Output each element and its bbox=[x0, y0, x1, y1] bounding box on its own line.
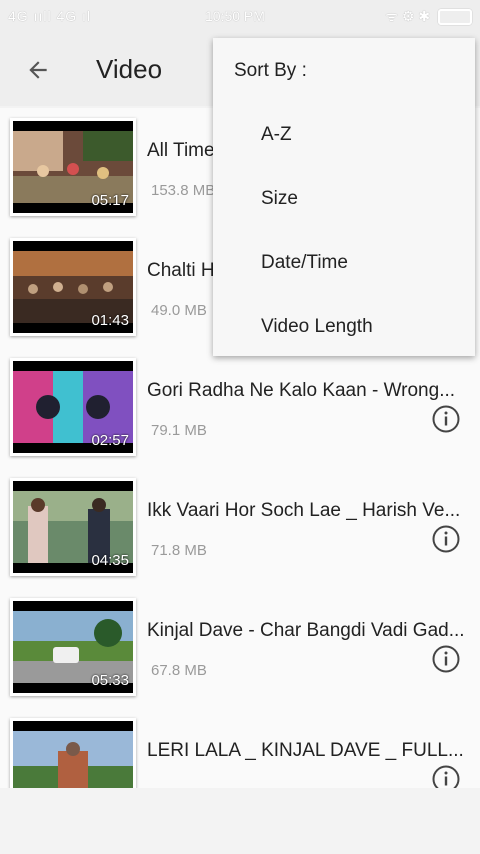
video-size: 49.0 MB bbox=[151, 302, 207, 319]
sort-option-size[interactable]: Size bbox=[213, 170, 475, 228]
list-item[interactable]: 05:33 Kinjal Dave - Char Bangdi Vadi Gad… bbox=[0, 588, 480, 708]
info-icon[interactable] bbox=[431, 524, 461, 554]
sort-option-label: A-Z bbox=[261, 124, 292, 145]
video-thumbnail[interactable]: 04:35 bbox=[10, 478, 136, 576]
list-item[interactable]: 04:35 Ikk Vaari Hor Soch Lae _ Harish Ve… bbox=[0, 468, 480, 588]
video-duration: 04:35 bbox=[91, 552, 129, 569]
battery-icon bbox=[438, 9, 472, 26]
page-title: Video bbox=[96, 54, 163, 84]
thumbnail-image bbox=[13, 731, 133, 788]
back-button[interactable] bbox=[20, 52, 56, 88]
video-title[interactable]: Kinjal Dave - Char Bangdi Vadi Gad... bbox=[147, 620, 467, 642]
video-thumbnail[interactable]: 02:57 bbox=[10, 358, 136, 456]
video-size: 79.1 MB bbox=[151, 422, 207, 439]
info-icon[interactable] bbox=[431, 764, 461, 788]
info-icon[interactable] bbox=[431, 404, 461, 434]
video-thumbnail[interactable] bbox=[10, 718, 136, 788]
bottom-area bbox=[0, 788, 480, 854]
sort-option-label: Size bbox=[261, 188, 298, 209]
status-icons: ᯤ ⚙ ✱ bbox=[385, 7, 472, 26]
sort-option-label: Video Length bbox=[261, 316, 373, 337]
video-duration: 02:57 bbox=[91, 432, 129, 449]
sort-option-video-length[interactable]: Video Length bbox=[213, 298, 475, 356]
video-title[interactable]: LERI LALA _ KINJAL DAVE _ FULL... bbox=[147, 740, 467, 762]
status-bar: 4G ııll 4G ıl 10:50 PM ᯤ ⚙ ✱ bbox=[0, 0, 480, 34]
video-thumbnail[interactable]: 05:33 bbox=[10, 598, 136, 696]
video-thumbnail[interactable]: 05:17 bbox=[10, 118, 136, 216]
network-status: 4G ııll 4G ıl bbox=[8, 8, 92, 24]
video-duration: 01:43 bbox=[91, 312, 129, 329]
sort-menu: Sort By : A-Z Size Date/Time Video Lengt… bbox=[213, 38, 475, 356]
video-title[interactable]: Gori Radha Ne Kalo Kaan - Wrong... bbox=[147, 380, 467, 402]
sort-menu-header: Sort By : bbox=[234, 60, 307, 81]
info-icon[interactable] bbox=[431, 644, 461, 674]
status-time: 10:50 PM bbox=[205, 8, 265, 24]
sort-option-a-z[interactable]: A-Z bbox=[213, 106, 475, 164]
list-item[interactable]: 02:57 Gori Radha Ne Kalo Kaan - Wrong...… bbox=[0, 348, 480, 468]
video-title[interactable]: Ikk Vaari Hor Soch Lae _ Harish Ve... bbox=[147, 500, 467, 522]
video-size: 67.8 MB bbox=[151, 662, 207, 679]
video-duration: 05:17 bbox=[91, 192, 129, 209]
video-size: 153.8 MB bbox=[151, 182, 216, 199]
video-thumbnail[interactable]: 01:43 bbox=[10, 238, 136, 336]
status-icons-text: ᯤ ⚙ ✱ bbox=[385, 8, 431, 24]
sort-option-label: Date/Time bbox=[261, 252, 348, 273]
sort-option-date-time[interactable]: Date/Time bbox=[213, 234, 475, 292]
video-duration: 05:33 bbox=[91, 672, 129, 689]
video-size: 71.8 MB bbox=[151, 542, 207, 559]
list-item[interactable]: LERI LALA _ KINJAL DAVE _ FULL... bbox=[0, 708, 480, 788]
arrow-left-icon bbox=[29, 61, 47, 79]
